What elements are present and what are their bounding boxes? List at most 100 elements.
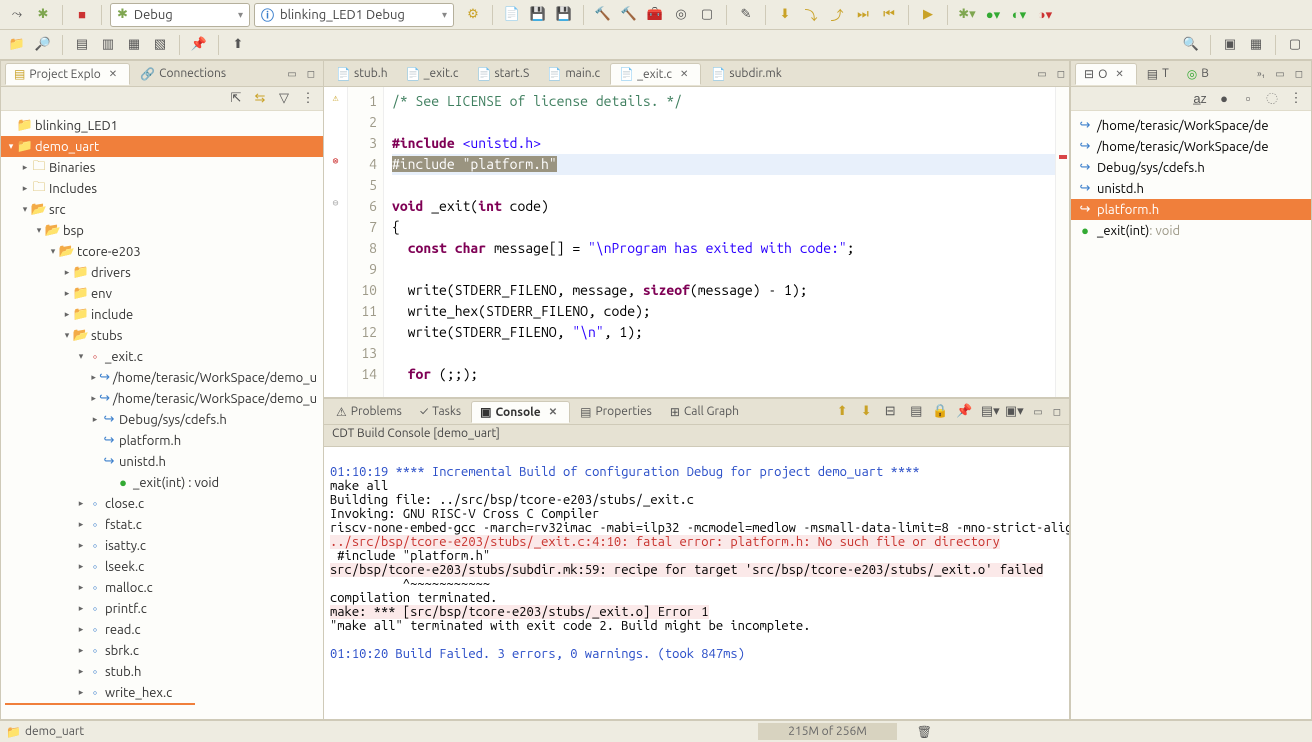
new-project-icon[interactable]: 📁 xyxy=(6,34,28,56)
save-all-icon[interactable]: 💾 xyxy=(553,4,575,26)
minimize-icon[interactable]: ▭ xyxy=(1029,406,1046,418)
close-tab-icon[interactable]: ✕ xyxy=(545,406,561,418)
node-closec[interactable]: ▸◦close.c xyxy=(1,493,323,514)
window-icon[interactable]: ▢ xyxy=(696,4,718,26)
new-icon[interactable]: 📄 xyxy=(501,4,523,26)
tab-callgraph[interactable]: ⊞Call Graph xyxy=(662,402,747,422)
node-sbrkc[interactable]: ▸◦sbrk.c xyxy=(1,640,323,661)
tool-d-icon[interactable]: ▧ xyxy=(149,34,171,56)
run-icon[interactable]: ●▾ xyxy=(982,4,1004,26)
gear-icon[interactable]: ⚙ xyxy=(462,4,484,26)
close-tab-icon[interactable]: ✕ xyxy=(105,68,121,80)
profile-icon[interactable]: ◐▾ xyxy=(1008,4,1030,26)
outline-tab[interactable]: ⊟O✕ xyxy=(1075,63,1137,85)
node-stubh[interactable]: ▸◦stub.h xyxy=(1,661,323,682)
connections-tab[interactable]: 🔗 Connections xyxy=(132,64,234,84)
node-lseekc[interactable]: ▸◦lseek.c xyxy=(1,556,323,577)
node-src[interactable]: ▾📂src xyxy=(1,199,323,220)
node-fstatc[interactable]: ▸◦fstat.c xyxy=(1,514,323,535)
stop-build-icon[interactable]: ⊟ xyxy=(879,401,901,423)
view-menu-icon[interactable]: ⋮ xyxy=(1285,88,1307,110)
minimize-icon[interactable]: ▭ xyxy=(283,68,300,80)
outline-item[interactable]: ↪unistd.h xyxy=(1071,178,1311,199)
hide-fields-icon[interactable]: ● xyxy=(1213,88,1235,110)
tool-a-icon[interactable]: ▤ xyxy=(71,34,93,56)
build-icon[interactable]: 🔨 xyxy=(592,4,614,26)
node-platformh[interactable]: ↪platform.h xyxy=(1,430,323,451)
tool-c-icon[interactable]: ▦ xyxy=(123,34,145,56)
resume-icon[interactable]: ▶ xyxy=(917,4,939,26)
cde-perspective-icon[interactable]: ▢ xyxy=(1284,34,1306,56)
node-readc[interactable]: ▸◦read.c xyxy=(1,619,323,640)
outline-item[interactable]: ↪Debug/sys/cdefs.h xyxy=(1071,157,1311,178)
editor-tab-stubh[interactable]: 📄stub.h xyxy=(328,64,396,84)
node-drivers[interactable]: ▸📁drivers xyxy=(1,262,323,283)
warning-marker[interactable]: ⚠ xyxy=(324,87,347,108)
wand-icon[interactable]: ✎ xyxy=(735,4,757,26)
overview-ruler[interactable] xyxy=(1055,87,1069,397)
display-selected-icon[interactable]: ▤▾ xyxy=(979,401,1001,423)
step-last-icon[interactable]: ⏮ xyxy=(878,4,900,26)
open-perspective-icon[interactable]: ▣ xyxy=(1219,34,1241,56)
editor-tab-starts[interactable]: 📄start.S xyxy=(468,64,537,84)
node-exitc[interactable]: ▾◦_exit.c xyxy=(1,346,323,367)
node-isattyc[interactable]: ▸◦isatty.c xyxy=(1,535,323,556)
more-tabs-icon[interactable]: »₁ xyxy=(1253,68,1269,79)
maximize-icon[interactable]: ◻ xyxy=(1053,68,1069,80)
stop-icon[interactable]: ■ xyxy=(71,4,93,26)
hammer-icon[interactable]: 🔨 xyxy=(618,4,640,26)
open-console-icon[interactable]: ▣▾ xyxy=(1003,401,1025,423)
save-icon[interactable]: 💾 xyxy=(527,4,549,26)
node-binaries[interactable]: ▸🗀Binaries xyxy=(1,157,323,178)
clear-console-icon[interactable]: ▤ xyxy=(905,401,927,423)
editor-tab-subdirmk[interactable]: 📄subdir.mk xyxy=(703,64,789,84)
minimize-icon[interactable]: ▭ xyxy=(1271,68,1288,80)
maximize-icon[interactable]: ◻ xyxy=(1291,68,1307,80)
code-area[interactable]: /* See LICENSE of license details. */ #i… xyxy=(384,87,1055,397)
search-icon[interactable]: 🔍 xyxy=(1180,34,1202,56)
editor-tab-exitc1[interactable]: 📄_exit.c xyxy=(398,64,467,84)
build-tab[interactable]: ◎B xyxy=(1179,64,1217,84)
node-stubs[interactable]: ▾📂stubs xyxy=(1,325,323,346)
scroll-lock-icon[interactable]: 🔒 xyxy=(929,401,951,423)
step-stop-icon[interactable]: ⏭ xyxy=(852,4,874,26)
node-env[interactable]: ▸📁env xyxy=(1,283,323,304)
node-include[interactable]: ▸📁include xyxy=(1,304,323,325)
node-exitfn[interactable]: ●_exit(int) : void xyxy=(1,472,323,493)
target-icon[interactable]: ◎ xyxy=(670,4,692,26)
outline-item[interactable]: ↪/home/terasic/WorkSpace/de xyxy=(1071,136,1311,157)
maximize-icon[interactable]: ◻ xyxy=(1049,406,1065,418)
close-tab-icon[interactable]: ✕ xyxy=(676,68,692,80)
node-unistdh[interactable]: ↪unistd.h xyxy=(1,451,323,472)
console-output[interactable]: 01:10:19 **** Incremental Build of confi… xyxy=(324,447,1069,719)
node-printfc[interactable]: ▸◦printf.c xyxy=(1,598,323,619)
toolbox-icon[interactable]: 🧰 xyxy=(644,4,666,26)
error-indicator[interactable] xyxy=(1059,155,1067,159)
launch-config-combo[interactable]: ⓘblinking_LED1 Debug xyxy=(254,3,454,27)
step-return-icon[interactable]: ⤴ xyxy=(826,4,848,26)
node-bsp[interactable]: ▾📂bsp xyxy=(1,220,323,241)
open-type-icon[interactable]: 🔎 xyxy=(32,34,54,56)
step-into-icon[interactable]: ⬇ xyxy=(774,4,796,26)
skip-breakpoints-icon[interactable]: ⤳ xyxy=(6,4,28,26)
outline-item-exit[interactable]: ●_exit(int) : void xyxy=(1071,220,1311,241)
import-icon[interactable]: ⬆ xyxy=(227,34,249,56)
project-node-demo-uart[interactable]: ▾📁demo_uart xyxy=(1,136,323,157)
tab-properties[interactable]: ▤Properties xyxy=(572,402,660,422)
tab-tasks[interactable]: ✓Tasks xyxy=(412,402,469,421)
launch-mode-combo[interactable]: ✱Debug xyxy=(110,3,250,27)
link-editor-icon[interactable]: ⇆ xyxy=(249,88,271,110)
project-explorer-tab[interactable]: ▤ Project Explo ✕ xyxy=(5,63,130,85)
node-tcore[interactable]: ▾📂tcore-e203 xyxy=(1,241,323,262)
outline-item[interactable]: ↪/home/terasic/WorkSpace/de xyxy=(1071,115,1311,136)
hide-static-icon[interactable]: ▫ xyxy=(1237,88,1259,110)
node-home2[interactable]: ▸↪/home/terasic/WorkSpace/demo_u xyxy=(1,388,323,409)
prev-error-icon[interactable]: ⬆ xyxy=(831,401,853,423)
node-home1[interactable]: ▸↪/home/terasic/WorkSpace/demo_u xyxy=(1,367,323,388)
editor-tab-exitc2[interactable]: 📄_exit.c✕ xyxy=(610,63,701,85)
editor-body[interactable]: ⚠ ⊗ ⊖ 1 2 3 4 5 6 7 8 9 10 11 1 xyxy=(324,87,1069,397)
perspective-icon[interactable]: ▦ xyxy=(1245,34,1267,56)
editor-tab-mainc[interactable]: 📄main.c xyxy=(539,64,608,84)
project-node-blinking[interactable]: 📁blinking_LED1 xyxy=(1,115,323,136)
node-includes[interactable]: ▸🗀Includes xyxy=(1,178,323,199)
